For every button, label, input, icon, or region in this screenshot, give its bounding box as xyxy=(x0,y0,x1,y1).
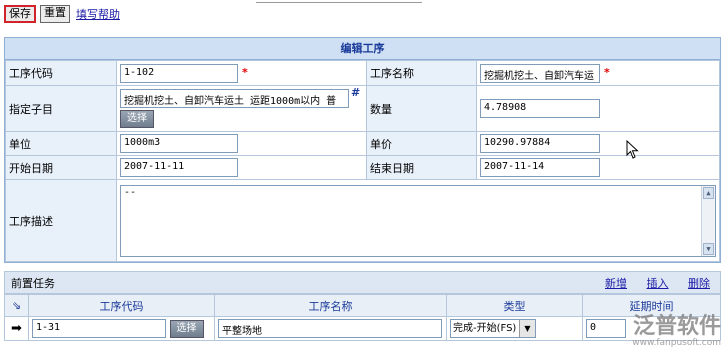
subitem-input[interactable]: 挖掘机挖土、自卸汽车运土 运距1000m以内 普 xyxy=(120,89,349,108)
subitem-label: 指定子目 xyxy=(5,85,117,132)
choose-code-button[interactable]: 选择 xyxy=(169,320,204,339)
pre-task-section: 前置任务 新增 插入 删除 ⇘ 工序代码 工序名称 类型 延期时间 ➡ 1-31… xyxy=(4,271,721,350)
col-name: 工序名称 xyxy=(214,294,447,317)
name-input[interactable]: 挖掘机挖土、自卸汽车运 xyxy=(480,63,600,83)
code-input[interactable]: 1-102 xyxy=(120,63,238,83)
desc-label: 工序描述 xyxy=(5,179,117,262)
row-pointer-icon: ➡ xyxy=(4,316,29,341)
table-row[interactable]: ➡ 1-31 选择 平整场地 完成-开始(FS) ▼ 0 xyxy=(4,316,721,341)
required-mark: * xyxy=(604,66,610,79)
reset-button[interactable]: 重置 xyxy=(40,5,70,23)
col-code: 工序代码 xyxy=(28,294,215,317)
type-select[interactable]: 完成-开始(FS) ▼ xyxy=(450,319,536,338)
desc-textarea[interactable]: -- ▲ ▼ xyxy=(120,184,716,257)
start-date-input[interactable]: 2007-11-11 xyxy=(120,158,238,177)
unit-input[interactable]: 1000m3 xyxy=(120,134,238,153)
save-button[interactable]: 保存 xyxy=(4,5,36,23)
pre-name-input[interactable]: 平整场地 xyxy=(218,319,442,338)
help-link[interactable]: 填写帮助 xyxy=(76,6,120,22)
insert-link[interactable]: 插入 xyxy=(647,277,669,290)
top-divider xyxy=(256,2,422,3)
code-label: 工序代码 xyxy=(5,60,117,86)
row-select-header-icon: ⇘ xyxy=(4,294,29,317)
col-delay: 延期时间 xyxy=(582,294,721,317)
qty-input[interactable]: 4.78908 xyxy=(480,99,600,118)
unit-label: 单位 xyxy=(5,131,117,156)
scroll-up-icon[interactable]: ▲ xyxy=(703,186,714,199)
type-select-value: 完成-开始(FS) xyxy=(453,323,517,334)
required-mark: * xyxy=(242,66,248,79)
pre-task-header: 前置任务 新增 插入 删除 xyxy=(4,271,721,294)
desc-scrollbar[interactable]: ▲ ▼ xyxy=(701,185,715,256)
name-label: 工序名称 xyxy=(366,60,477,86)
chevron-down-icon: ▼ xyxy=(519,320,535,337)
panel-title: 编辑工序 xyxy=(5,38,720,60)
choose-subitem-button[interactable]: 选择 xyxy=(120,110,154,128)
scroll-down-icon[interactable]: ▼ xyxy=(703,242,714,255)
price-input[interactable]: 10290.97884 xyxy=(480,134,600,153)
form-table: 工序代码 1-102 * 工序名称 挖掘机挖土、自卸汽车运 * 指定子目 挖掘机挖土… xyxy=(5,60,720,262)
pre-task-table: ⇘ 工序代码 工序名称 类型 延期时间 ➡ 1-31 选择 平整场地 完成-开始… xyxy=(4,294,721,341)
mouse-cursor-icon xyxy=(626,140,639,159)
end-date-input[interactable]: 2007-11-14 xyxy=(480,158,600,177)
hash-mark: # xyxy=(351,85,361,99)
add-link[interactable]: 新增 xyxy=(605,277,627,290)
edit-panel: 编辑工序 工序代码 1-102 * 工序名称 挖掘机挖土、自卸汽车运 * 指定子目 … xyxy=(4,37,721,263)
col-type: 类型 xyxy=(446,294,583,317)
desc-text: -- xyxy=(124,186,137,198)
qty-label: 数量 xyxy=(366,85,477,132)
pre-code-input[interactable]: 1-31 xyxy=(32,318,166,338)
delete-link[interactable]: 删除 xyxy=(688,277,710,290)
start-date-label: 开始日期 xyxy=(5,155,117,180)
pre-task-title: 前置任务 xyxy=(11,277,55,290)
end-date-label: 结束日期 xyxy=(366,155,477,180)
delay-input[interactable]: 0 xyxy=(586,319,626,338)
price-label: 单价 xyxy=(366,131,477,156)
toolbar: 保存 重置 填写帮助 xyxy=(4,4,120,24)
